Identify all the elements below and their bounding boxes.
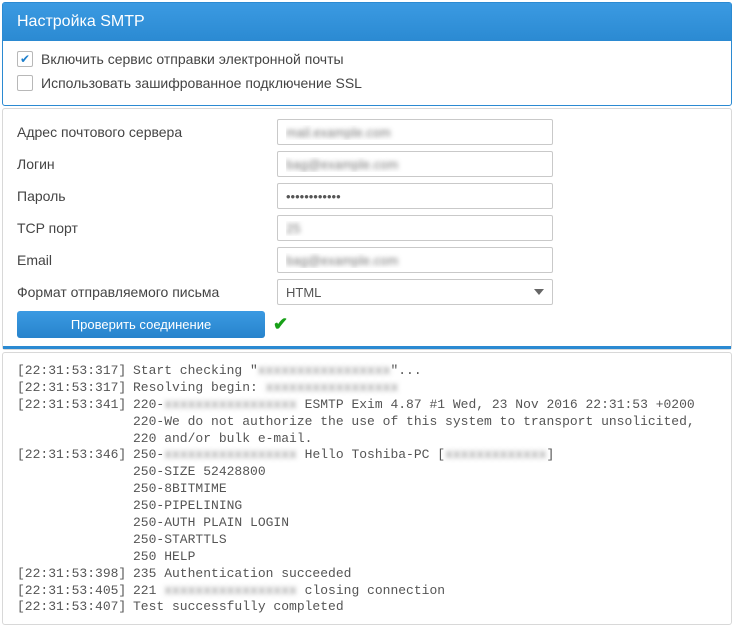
email-input[interactable] <box>277 247 553 273</box>
format-row: Формат отправляемого письма HTML <box>17 279 717 305</box>
divider <box>3 346 731 349</box>
log-message: 220 and/or bulk e-mail. <box>133 431 717 448</box>
log-message: 250-AUTH PLAIN LOGIN <box>133 515 717 532</box>
success-check-icon: ✔ <box>273 314 288 335</box>
log-timestamp <box>17 431 133 448</box>
log-message: 250-PIPELINING <box>133 498 717 515</box>
log-timestamp <box>17 481 133 498</box>
log-timestamp: [22:31:53:398] <box>17 566 133 583</box>
log-line: [22:31:53:407]Test successfully complete… <box>17 599 717 616</box>
log-timestamp: [22:31:53:317] <box>17 380 133 397</box>
log-message: 250-STARTTLS <box>133 532 717 549</box>
log-body: [22:31:53:317]Start checking "xxxxxxxxxx… <box>3 353 731 624</box>
log-line: 250-8BITMIME <box>17 481 717 498</box>
login-label: Логин <box>17 156 277 172</box>
log-message: 220-xxxxxxxxxxxxxxxxx ESMTP Exim 4.87 #1… <box>133 397 717 414</box>
log-line: 250 HELP <box>17 549 717 566</box>
server-row: Адрес почтового сервера <box>17 119 717 145</box>
format-select[interactable]: HTML <box>277 279 553 305</box>
use-ssl-label: Использовать зашифрованное подключение S… <box>41 75 362 91</box>
log-message: Start checking "xxxxxxxxxxxxxxxxx"... <box>133 363 717 380</box>
log-line: 250-AUTH PLAIN LOGIN <box>17 515 717 532</box>
enable-service-checkbox[interactable] <box>17 51 33 67</box>
login-input[interactable] <box>277 151 553 177</box>
log-line: [22:31:53:405]221 xxxxxxxxxxxxxxxxx clos… <box>17 583 717 600</box>
log-timestamp <box>17 549 133 566</box>
log-message: 250-SIZE 52428800 <box>133 464 717 481</box>
smtp-panel: Настройка SMTP Включить сервис отправки … <box>2 2 732 106</box>
log-line: [22:31:53:398]235 Authentication succeed… <box>17 566 717 583</box>
port-row: TCP порт <box>17 215 717 241</box>
server-input[interactable] <box>277 119 553 145</box>
log-timestamp: [22:31:53:341] <box>17 397 133 414</box>
log-timestamp <box>17 464 133 481</box>
log-message: 250-xxxxxxxxxxxxxxxxx Hello Toshiba-PC [… <box>133 447 717 464</box>
log-timestamp: [22:31:53:346] <box>17 447 133 464</box>
login-row: Логин <box>17 151 717 177</box>
password-label: Пароль <box>17 188 277 204</box>
log-line: [22:31:53:317]Start checking "xxxxxxxxxx… <box>17 363 717 380</box>
password-input[interactable] <box>277 183 553 209</box>
log-line: [22:31:53:346]250-xxxxxxxxxxxxxxxxx Hell… <box>17 447 717 464</box>
log-timestamp: [22:31:53:317] <box>17 363 133 380</box>
use-ssl-checkbox[interactable] <box>17 75 33 91</box>
port-input[interactable] <box>277 215 553 241</box>
use-ssl-row[interactable]: Использовать зашифрованное подключение S… <box>17 75 717 91</box>
log-timestamp <box>17 414 133 431</box>
log-line: 220-We do not authorize the use of this … <box>17 414 717 431</box>
test-connection-button[interactable]: Проверить соединение <box>17 311 265 338</box>
format-label: Формат отправляемого письма <box>17 284 277 300</box>
log-line: 250-PIPELINING <box>17 498 717 515</box>
log-timestamp <box>17 498 133 515</box>
log-timestamp: [22:31:53:405] <box>17 583 133 600</box>
password-row: Пароль <box>17 183 717 209</box>
email-row: Email <box>17 247 717 273</box>
log-panel: [22:31:53:317]Start checking "xxxxxxxxxx… <box>2 352 732 625</box>
log-message: 221 xxxxxxxxxxxxxxxxx closing connection <box>133 583 717 600</box>
log-line: [22:31:53:341]220-xxxxxxxxxxxxxxxxx ESMT… <box>17 397 717 414</box>
enable-service-label: Включить сервис отправки электронной поч… <box>41 51 344 67</box>
log-message: 250 HELP <box>133 549 717 566</box>
test-row: Проверить соединение ✔ <box>17 311 717 338</box>
port-label: TCP порт <box>17 220 277 236</box>
log-line: 220 and/or bulk e-mail. <box>17 431 717 448</box>
log-line: [22:31:53:317]Resolving begin: xxxxxxxxx… <box>17 380 717 397</box>
enable-service-row[interactable]: Включить сервис отправки электронной поч… <box>17 51 717 67</box>
log-timestamp <box>17 532 133 549</box>
log-message: 220-We do not authorize the use of this … <box>133 414 717 431</box>
log-message: 235 Authentication succeeded <box>133 566 717 583</box>
log-timestamp: [22:31:53:407] <box>17 599 133 616</box>
log-line: 250-SIZE 52428800 <box>17 464 717 481</box>
server-label: Адрес почтового сервера <box>17 124 277 140</box>
log-message: Test successfully completed <box>133 599 717 616</box>
settings-panel: Адрес почтового сервера Логин Пароль TCP… <box>2 108 732 350</box>
log-message: 250-8BITMIME <box>133 481 717 498</box>
log-message: Resolving begin: xxxxxxxxxxxxxxxxx <box>133 380 717 397</box>
email-label: Email <box>17 252 277 268</box>
checkbox-section: Включить сервис отправки электронной поч… <box>3 41 731 105</box>
log-timestamp <box>17 515 133 532</box>
panel-title: Настройка SMTP <box>3 3 731 41</box>
log-line: 250-STARTTLS <box>17 532 717 549</box>
